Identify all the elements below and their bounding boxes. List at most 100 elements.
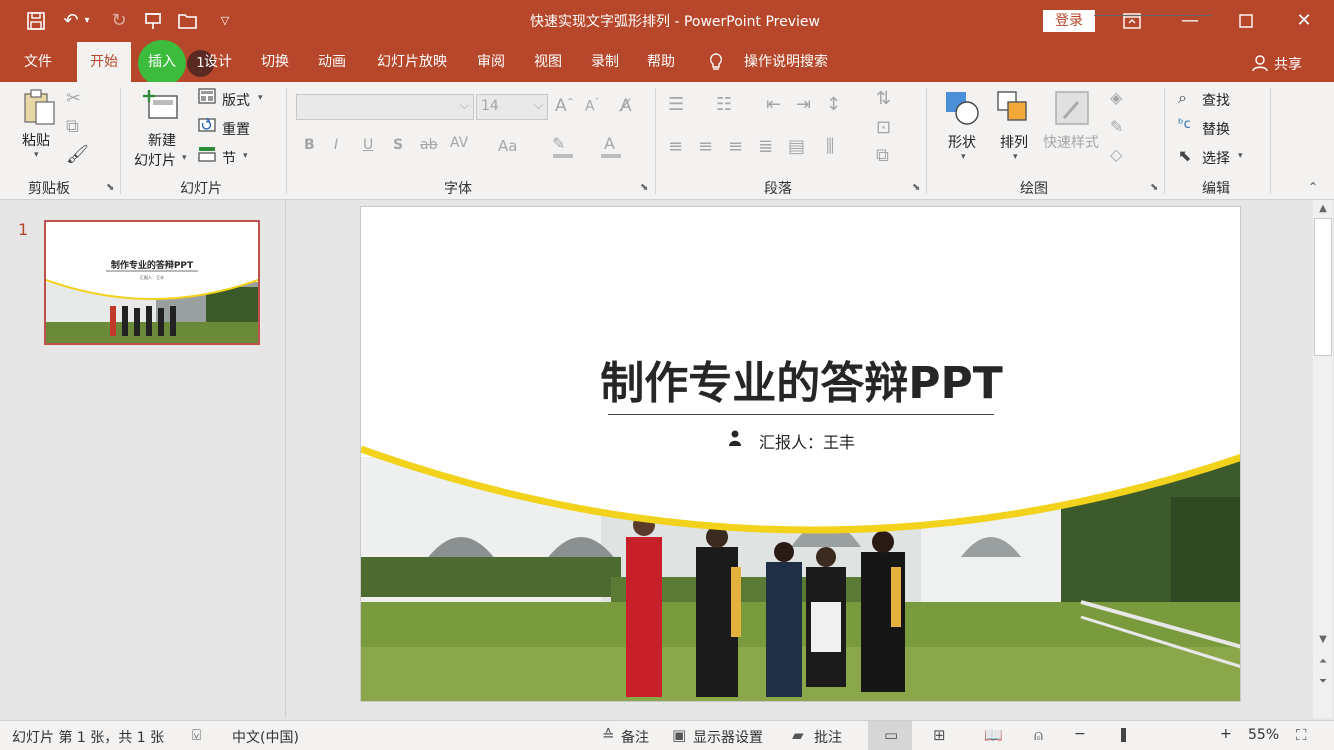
columns-icon[interactable]: ⫼	[826, 136, 834, 157]
tell-me-search[interactable]: 操作说明搜索	[738, 42, 834, 82]
shapes-dropdown-icon[interactable]: ▾	[961, 152, 966, 162]
cut-icon[interactable]: ✂	[66, 88, 81, 109]
shapes-button[interactable]: 形状	[948, 132, 976, 152]
align-center-icon[interactable]: ≡	[698, 136, 713, 157]
language-indicator[interactable]: 中文(中国)	[232, 727, 299, 747]
shape-fill-icon[interactable]: ◈	[1110, 88, 1122, 107]
login-button[interactable]: 登录	[1043, 10, 1095, 32]
paste-button[interactable]: 粘贴	[22, 130, 50, 150]
slide-sorter-icon[interactable]: ⊞	[933, 726, 946, 744]
char-spacing-button[interactable]: AV	[450, 135, 468, 151]
reading-view-icon[interactable]: 📖	[984, 726, 1003, 744]
new-slide-label[interactable]: 幻灯片	[134, 150, 176, 170]
layout-button[interactable]: 版式	[222, 90, 250, 110]
underline-button[interactable]: U	[363, 137, 373, 153]
text-direction-icon[interactable]: ⇅	[876, 88, 891, 109]
shrink-font-icon[interactable]: Aˇ	[585, 98, 599, 115]
select-cursor-icon[interactable]: ⬉	[1178, 146, 1191, 165]
layout-icon[interactable]	[198, 88, 216, 108]
new-slide-icon[interactable]	[143, 88, 181, 129]
zoom-in-button[interactable]: +	[1220, 726, 1232, 742]
paste-icon[interactable]	[20, 88, 60, 131]
replace-icon[interactable]: ᵇc	[1178, 117, 1191, 132]
next-slide-icon[interactable]: ⏷	[1313, 676, 1333, 687]
zoom-level[interactable]: 55%	[1248, 727, 1279, 743]
open-folder-icon[interactable]	[175, 8, 201, 34]
select-dropdown-icon[interactable]: ▾	[1238, 151, 1243, 161]
slide-canvas[interactable]: 制作专业的答辩PPT 汇报人：王丰	[360, 206, 1241, 702]
minimize-icon[interactable]: —	[1170, 6, 1210, 36]
replace-button[interactable]: 替换	[1202, 119, 1230, 139]
drawing-launcher-icon[interactable]: ⬊	[1150, 182, 1158, 193]
font-color-button[interactable]: A	[604, 134, 615, 153]
arrange-button[interactable]: 排列	[1000, 132, 1028, 152]
section-button[interactable]: 节	[222, 148, 236, 168]
notes-icon[interactable]: ≙	[602, 726, 615, 744]
zoom-slider-thumb[interactable]	[1121, 728, 1126, 742]
slide-title[interactable]: 制作专业的答辩PPT	[361, 347, 1240, 411]
tab-animations[interactable]: 动画	[309, 42, 355, 82]
scroll-down-icon[interactable]: ▼	[1313, 634, 1333, 645]
ribbon-display-icon[interactable]	[1112, 6, 1152, 36]
presenter-text[interactable]: 汇报人：王丰	[759, 429, 855, 453]
tab-design[interactable]: 设计	[198, 42, 238, 82]
change-case-button[interactable]: Aa	[498, 137, 517, 155]
redo-icon[interactable]: ↻	[106, 8, 132, 34]
tab-review[interactable]: 审阅	[468, 42, 514, 82]
quick-styles-icon[interactable]	[1054, 90, 1090, 131]
fit-to-window-icon[interactable]: ⛶	[1296, 726, 1307, 744]
clear-formatting-icon[interactable]: A̸	[620, 96, 632, 116]
shape-effects-icon[interactable]: ◇	[1110, 145, 1122, 164]
format-painter-icon[interactable]: 🖌	[66, 144, 89, 165]
tab-insert[interactable]: 插入	[138, 42, 186, 82]
new-slide-button[interactable]: 新建	[148, 130, 176, 150]
font-launcher-icon[interactable]: ⬊	[640, 182, 648, 193]
display-settings-icon[interactable]: ▣	[672, 726, 686, 744]
reset-button[interactable]: 重置	[222, 119, 250, 139]
paragraph-launcher-icon[interactable]: ⬊	[912, 182, 920, 193]
section-dropdown-icon[interactable]: ▾	[243, 151, 248, 161]
bullets-icon[interactable]: ☰	[668, 94, 684, 115]
strikethrough-button[interactable]: ab	[420, 137, 437, 153]
align-text-icon[interactable]: ⊡	[876, 117, 891, 138]
bold-button[interactable]: B	[304, 137, 315, 153]
layout-dropdown-icon[interactable]: ▾	[258, 93, 263, 103]
highlight-color-icon[interactable]: ✎	[552, 134, 565, 153]
justify-icon[interactable]: ≣	[758, 136, 773, 157]
normal-view-icon[interactable]: ▭	[884, 726, 898, 744]
grow-font-icon[interactable]: A^	[555, 96, 574, 116]
comments-button[interactable]: 批注	[814, 727, 842, 747]
tab-slideshow[interactable]: 幻灯片放映	[368, 42, 456, 82]
collapse-ribbon-icon[interactable]: ⌃	[1308, 180, 1318, 194]
previous-slide-icon[interactable]: ⏶	[1313, 656, 1333, 667]
tab-help[interactable]: 帮助	[638, 42, 684, 82]
scroll-up-icon[interactable]: ▲	[1313, 203, 1333, 214]
tab-file[interactable]: 文件	[14, 42, 62, 82]
tab-home[interactable]: 开始	[77, 42, 131, 82]
smartart-icon[interactable]: ⧉	[876, 145, 889, 166]
find-icon[interactable]: ⌕	[1178, 88, 1187, 108]
tab-record[interactable]: 录制	[582, 42, 628, 82]
maximize-icon[interactable]	[1226, 6, 1266, 36]
tab-view[interactable]: 视图	[525, 42, 571, 82]
slideshow-view-icon[interactable]: ⍝	[1034, 726, 1043, 744]
save-icon[interactable]	[23, 8, 49, 34]
increase-indent-icon[interactable]: ⇥	[796, 94, 811, 115]
paste-dropdown-icon[interactable]: ▾	[34, 150, 39, 160]
quick-styles-button[interactable]: 快速样式	[1043, 132, 1099, 152]
shape-outline-icon[interactable]: ✎	[1110, 117, 1123, 136]
line-spacing-icon[interactable]: ↕	[826, 94, 841, 115]
copy-icon[interactable]: ⧉	[66, 116, 79, 137]
notes-button[interactable]: 备注	[621, 727, 649, 747]
align-left-icon[interactable]: ≡	[668, 136, 683, 157]
align-right-icon[interactable]: ≡	[728, 136, 743, 157]
scroll-thumb[interactable]	[1314, 218, 1332, 356]
share-user-icon[interactable]	[1252, 54, 1270, 76]
comments-icon[interactable]: ▰	[792, 726, 804, 744]
font-size-combo[interactable]: 14 ⌵	[476, 94, 548, 120]
text-shadow-button[interactable]: S	[393, 137, 403, 153]
shapes-icon[interactable]	[944, 90, 980, 131]
find-button[interactable]: 查找	[1202, 90, 1230, 110]
font-name-combo[interactable]: ⌵	[296, 94, 474, 120]
slide-thumbnail[interactable]: 制作专业的答辩PPT 汇报人：王丰	[44, 220, 260, 345]
